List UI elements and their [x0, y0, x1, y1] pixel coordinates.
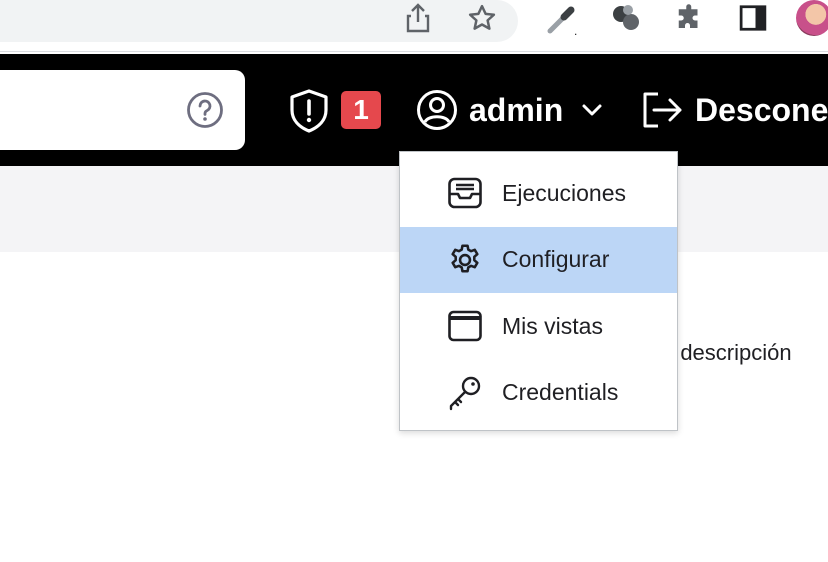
notification-badge[interactable]: 1	[341, 91, 381, 129]
user-avatar-icon[interactable]	[416, 89, 458, 131]
logout-icon[interactable]	[640, 90, 684, 130]
inbox-icon	[446, 174, 484, 212]
chevron-down-icon[interactable]	[580, 98, 604, 122]
key-icon	[446, 374, 484, 412]
profile-marker: .	[574, 24, 578, 38]
menu-item-credentials[interactable]: Credentials	[400, 360, 677, 427]
share-icon[interactable]	[400, 0, 436, 36]
menu-item-ejecuciones[interactable]: Ejecuciones	[400, 160, 677, 227]
browser-toolbar: .	[0, 0, 828, 52]
gear-icon	[446, 241, 484, 279]
menu-item-mis-vistas[interactable]: Mis vistas	[400, 293, 677, 360]
user-name-link[interactable]: admin	[469, 92, 563, 129]
menu-item-label: Configurar	[502, 246, 610, 273]
sidepanel-icon[interactable]	[735, 0, 771, 36]
menu-item-label: Ejecuciones	[502, 179, 627, 206]
edit-description-link[interactable]: ir descripción	[662, 340, 792, 366]
menu-item-label: Credentials	[502, 379, 619, 406]
menu-item-label: Mis vistas	[502, 312, 603, 339]
window-icon	[446, 307, 484, 345]
star-icon[interactable]	[464, 0, 500, 36]
menu-item-configurar[interactable]: Configurar	[400, 226, 677, 293]
profile-avatar[interactable]	[796, 0, 828, 36]
address-bar[interactable]	[0, 0, 518, 42]
spheres-icon[interactable]	[607, 0, 643, 36]
help-icon[interactable]	[186, 91, 224, 129]
puzzle-icon[interactable]	[672, 0, 708, 36]
user-dropdown-menu: Ejecuciones Configurar Mis vistas Creden…	[399, 151, 678, 431]
security-shield-icon[interactable]	[286, 88, 332, 134]
logout-link[interactable]: Desconec	[695, 92, 828, 129]
